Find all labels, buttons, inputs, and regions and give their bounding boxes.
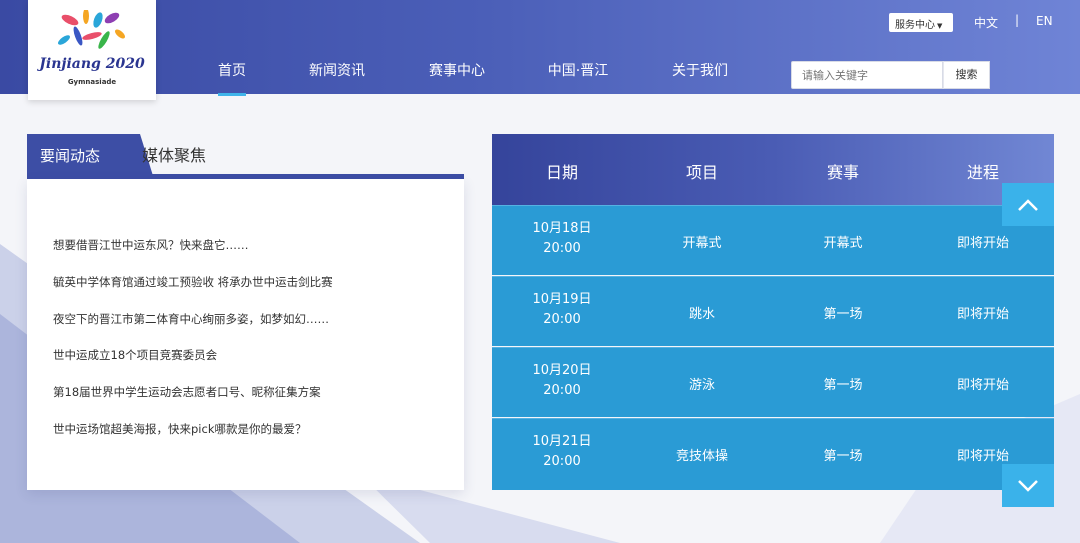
header-status: 进程 bbox=[966, 163, 999, 182]
time-label: 20:00 bbox=[543, 383, 581, 398]
date-label: 10月21日 bbox=[532, 434, 592, 449]
row-event: 竞技体操 bbox=[675, 449, 728, 464]
row-match: 第一场 bbox=[823, 449, 863, 464]
row-event: 跳水 bbox=[688, 307, 715, 322]
nav-item-news[interactable]: 新闻资讯 bbox=[308, 60, 366, 94]
chevron-down-icon bbox=[1018, 479, 1038, 492]
news-item[interactable]: 想要借晋江世中运东风？快来盘它…… bbox=[53, 237, 249, 253]
lang-en-link[interactable]: EN bbox=[1036, 14, 1053, 28]
logo[interactable]: Jinjiang 2020 Gymnasiade bbox=[28, 0, 156, 100]
time-label: 20:00 bbox=[543, 312, 581, 327]
row-match: 开幕式 bbox=[823, 236, 863, 251]
row-match: 第一场 bbox=[823, 307, 863, 322]
tab-media[interactable]: 媒体聚焦 bbox=[142, 134, 206, 178]
nav-item-events[interactable]: 赛事中心 bbox=[428, 60, 486, 94]
row-status: 即将开始 bbox=[956, 236, 1009, 251]
date-label: 10月19日 bbox=[532, 292, 592, 307]
logo-subtitle: Gymnasiade bbox=[67, 78, 117, 86]
chevron-up-icon bbox=[1018, 198, 1038, 211]
row-event: 开幕式 bbox=[682, 236, 722, 251]
news-item[interactable]: 夜空下的晋江市第二体育中心绚丽多姿，如梦如幻…… bbox=[53, 311, 329, 327]
time-label: 20:00 bbox=[543, 241, 581, 256]
news-tabs: 要闻动态 媒体聚焦 bbox=[27, 134, 464, 179]
table-row[interactable]: 10月18日 20:00 开幕式 开幕式 即将开始 bbox=[492, 205, 1054, 275]
table-row[interactable]: 10月21日 20:00 竞技体操 第一场 即将开始 bbox=[492, 418, 1054, 490]
lang-zh-link[interactable]: 中文 bbox=[974, 14, 998, 31]
news-item[interactable]: 毓英中学体育馆通过竣工预验收 将承办世中运击剑比赛 bbox=[53, 274, 333, 290]
service-center-label: 服务中心 bbox=[895, 20, 935, 31]
site-header: Jinjiang 2020 Gymnasiade 首页 新闻资讯 赛事中心 中国… bbox=[0, 0, 1080, 100]
nav-item-about[interactable]: 关于我们 bbox=[671, 60, 729, 94]
time-label: 20:00 bbox=[543, 454, 581, 469]
service-center-select[interactable]: 服务中心 ▼ bbox=[889, 13, 953, 32]
logo-title: Jinjiang 2020 bbox=[39, 56, 145, 72]
row-date: 10月20日 20:00 bbox=[492, 361, 632, 401]
schedule-header: 日期 项目 赛事 进程 bbox=[492, 134, 1054, 205]
news-item[interactable]: 第18届世界中学生运动会志愿者口号、昵称征集方案 bbox=[53, 384, 321, 400]
news-list: 想要借晋江世中运东风？快来盘它…… 毓英中学体育馆通过竣工预验收 将承办世中运击… bbox=[27, 179, 464, 490]
row-status: 即将开始 bbox=[956, 378, 1009, 393]
date-label: 10月18日 bbox=[532, 221, 592, 236]
table-row[interactable]: 10月20日 20:00 游泳 第一场 即将开始 bbox=[492, 347, 1054, 417]
header-event: 项目 bbox=[685, 163, 718, 182]
scroll-up-button[interactable] bbox=[1002, 183, 1054, 226]
header-match: 赛事 bbox=[826, 163, 859, 182]
nav-item-home[interactable]: 首页 bbox=[217, 60, 247, 94]
search-input[interactable] bbox=[791, 61, 943, 89]
search-button[interactable]: 搜索 bbox=[943, 61, 990, 89]
tab-headlines[interactable]: 要闻动态 bbox=[27, 134, 130, 178]
row-date: 10月21日 20:00 bbox=[492, 432, 632, 472]
schedule-table: 日期 项目 赛事 进程 10月18日 20:00 开幕式 开幕式 即将开始 10… bbox=[492, 134, 1054, 490]
table-row[interactable]: 10月19日 20:00 跳水 第一场 即将开始 bbox=[492, 276, 1054, 346]
scroll-down-button[interactable] bbox=[1002, 464, 1054, 507]
row-match: 第一场 bbox=[823, 378, 863, 393]
row-status: 即将开始 bbox=[956, 449, 1009, 464]
news-item[interactable]: 世中运场馆超美海报，快来pick哪款是你的最爱？ bbox=[53, 421, 306, 437]
header-date: 日期 bbox=[545, 163, 578, 182]
lang-separator: | bbox=[1015, 13, 1020, 27]
row-date: 10月19日 20:00 bbox=[492, 290, 632, 330]
row-date: 10月18日 20:00 bbox=[492, 219, 632, 259]
jinjiang-2020-logo-icon bbox=[58, 10, 125, 49]
caret-down-icon: ▼ bbox=[937, 22, 943, 30]
news-item[interactable]: 世中运成立18个项目竞赛委员会 bbox=[53, 347, 217, 363]
row-status: 即将开始 bbox=[956, 307, 1009, 322]
date-label: 10月20日 bbox=[532, 363, 592, 378]
row-event: 游泳 bbox=[688, 378, 715, 393]
nav-item-jinjiang[interactable]: 中国·晋江 bbox=[547, 60, 609, 94]
